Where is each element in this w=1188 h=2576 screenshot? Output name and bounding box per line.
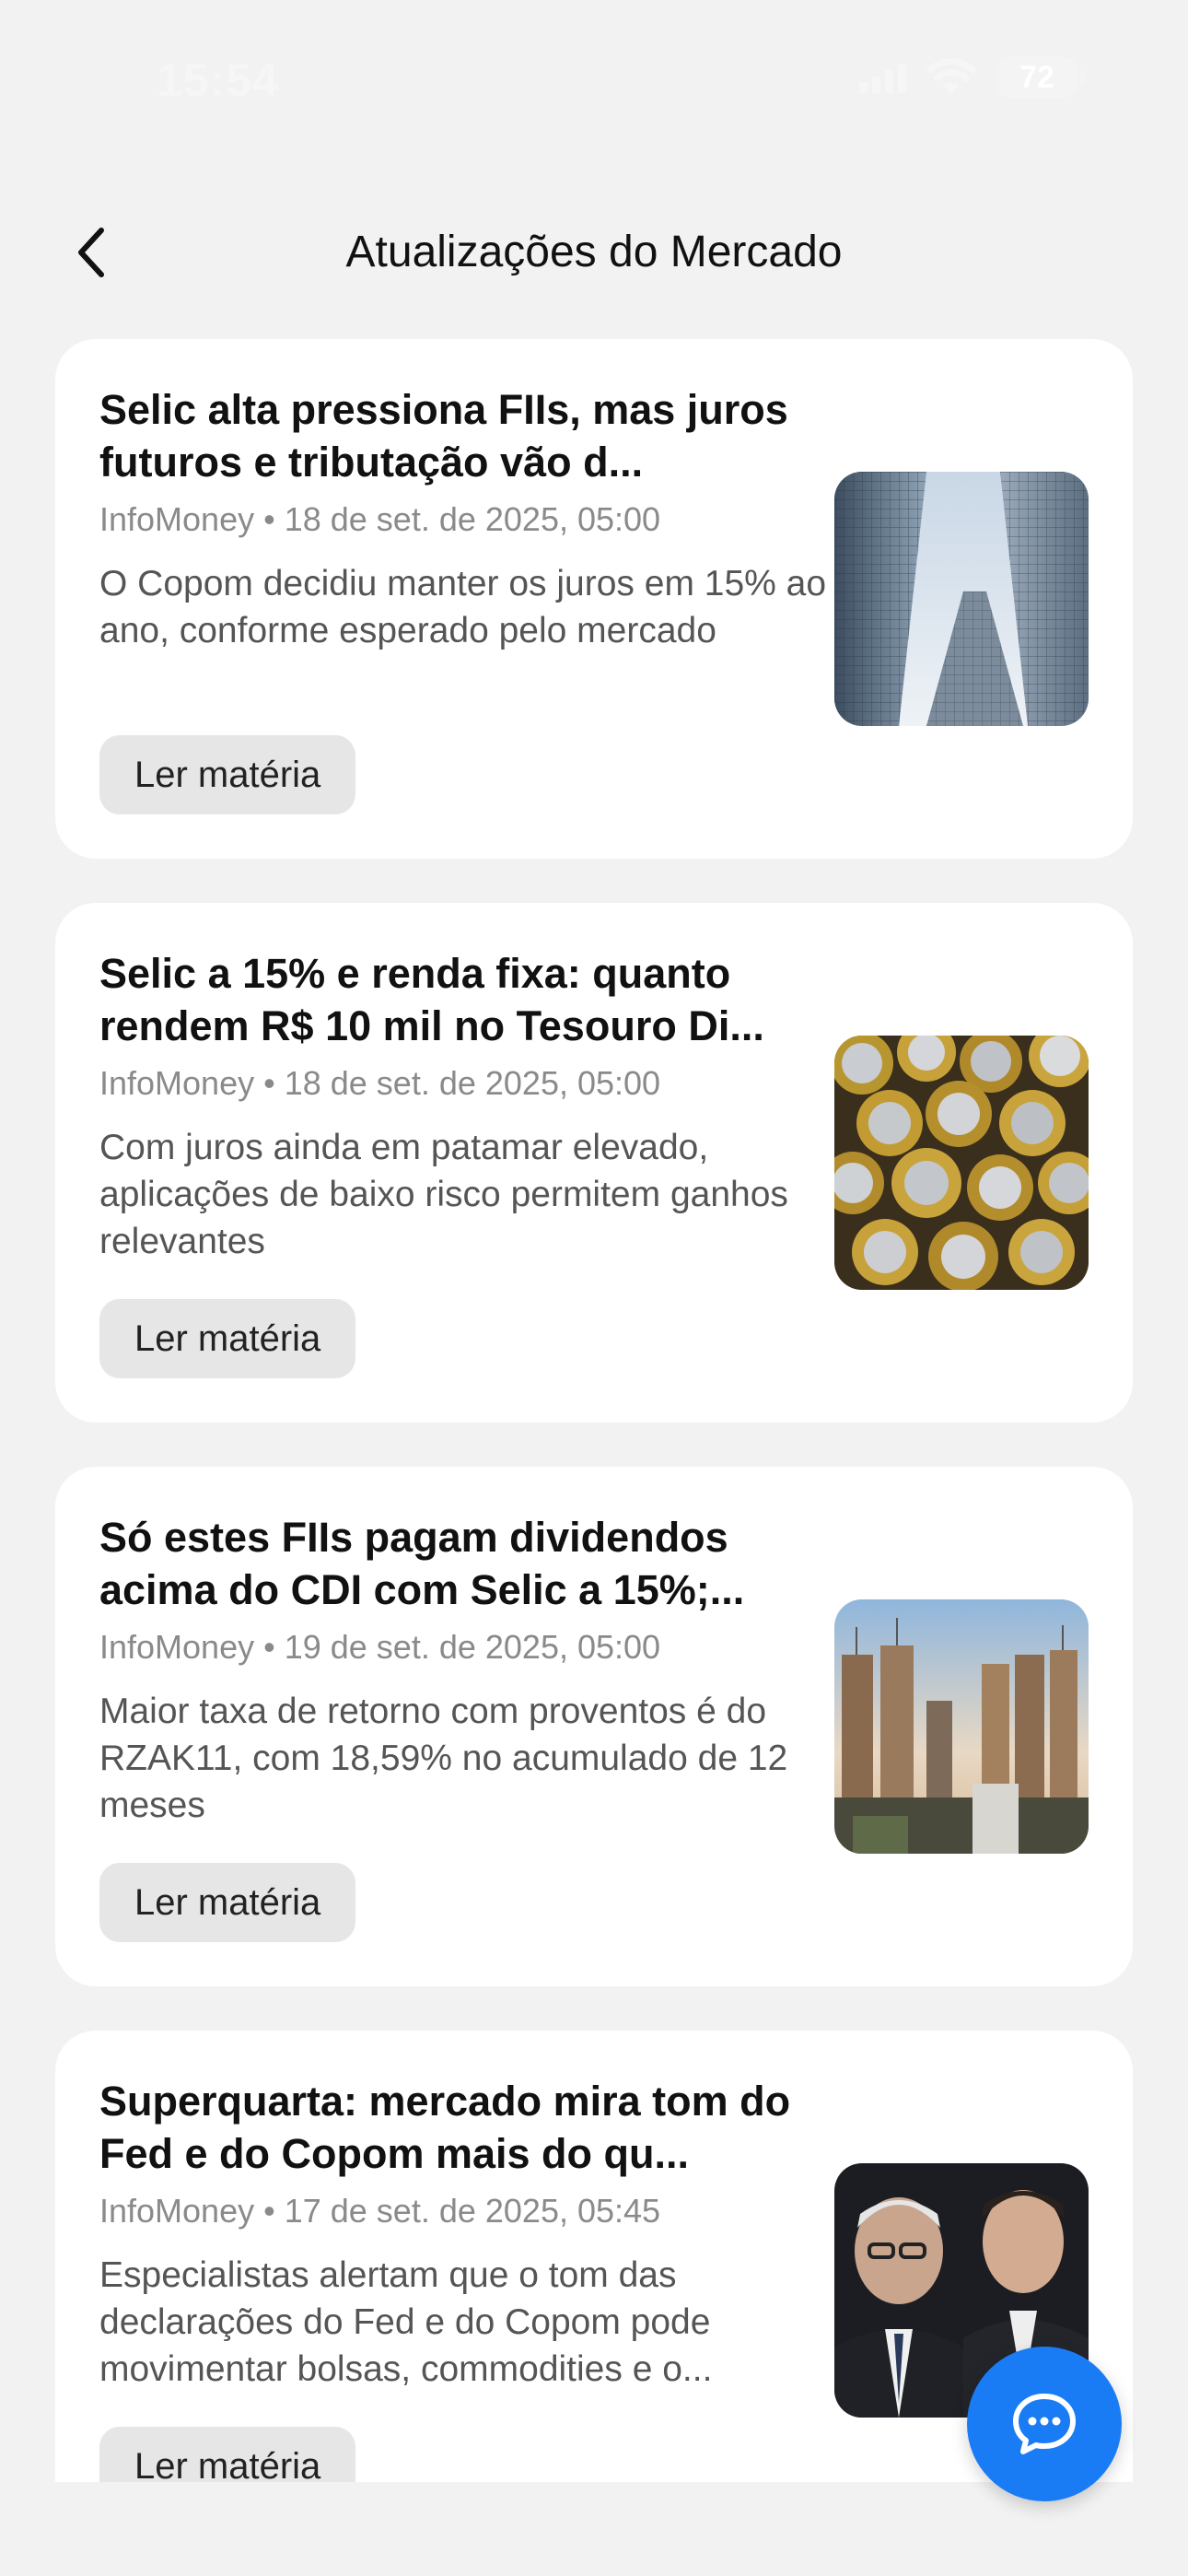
news-title[interactable]: Só estes FIIs pagam dividendos acima do … (99, 1511, 855, 1616)
news-date: 18 de set. de 2025, 05:00 (284, 1064, 661, 1102)
news-meta: InfoMoney • 18 de set. de 2025, 05:00 (99, 1063, 855, 1104)
news-feed[interactable]: Selic alta pressiona FIIs, mas juros fut… (0, 339, 1188, 2482)
meta-separator: • (263, 2192, 275, 2230)
news-thumbnail[interactable] (834, 472, 1089, 726)
wifi-icon (926, 59, 976, 94)
read-article-button[interactable]: Ler matéria (99, 1863, 356, 1942)
news-card-text: Só estes FIIs pagam dividendos acima do … (99, 1511, 855, 1829)
meta-separator: • (263, 1064, 275, 1102)
news-title[interactable]: Selic a 15% e renda fixa: quanto rendem … (99, 947, 855, 1052)
news-source: InfoMoney (99, 500, 255, 538)
news-source: InfoMoney (99, 2192, 255, 2230)
news-summary: Com juros ainda em patamar elevado, apli… (99, 1128, 788, 1261)
skyscrapers-photo (834, 472, 1089, 726)
news-meta: InfoMoney • 18 de set. de 2025, 05:00 (99, 499, 855, 540)
news-title[interactable]: Superquarta: mercado mira tom do Fed e d… (99, 2075, 855, 2180)
news-date: 19 de set. de 2025, 05:00 (284, 1628, 661, 1666)
news-card[interactable]: Só estes FIIs pagam dividendos acima do … (55, 1467, 1133, 1986)
news-date: 18 de set. de 2025, 05:00 (284, 500, 661, 538)
meta-separator: • (263, 1628, 275, 1666)
cellular-signal-icon (859, 62, 906, 93)
news-card-text: Superquarta: mercado mira tom do Fed e d… (99, 2075, 855, 2393)
read-article-button[interactable]: Ler matéria (99, 1299, 356, 1378)
status-icons: 72 (859, 57, 1085, 98)
news-title[interactable]: Selic alta pressiona FIIs, mas juros fut… (99, 383, 855, 488)
news-summary: O Copom decidiu manter os juros em 15% a… (99, 564, 827, 650)
read-article-button[interactable]: Ler matéria (99, 735, 356, 814)
city-skyline-photo (834, 1599, 1089, 1854)
news-summary: Especialistas alertam que o tom das decl… (99, 2255, 713, 2389)
battery-indicator: 72 (996, 57, 1085, 98)
chat-bubble-icon (1013, 2394, 1076, 2454)
status-time: 15:54 (157, 54, 279, 106)
news-card-text: Selic alta pressiona FIIs, mas juros fut… (99, 383, 855, 701)
news-card[interactable]: Selic a 15% e renda fixa: quanto rendem … (55, 903, 1133, 1423)
news-source: InfoMoney (99, 1628, 255, 1666)
news-date: 17 de set. de 2025, 05:45 (284, 2192, 661, 2230)
read-article-button[interactable]: Ler matéria (99, 2427, 356, 2482)
news-card[interactable]: Selic alta pressiona FIIs, mas juros fut… (55, 339, 1133, 859)
news-source: InfoMoney (99, 1064, 255, 1102)
battery-level: 72 (1019, 59, 1054, 95)
news-card-text: Selic a 15% e renda fixa: quanto rendem … (99, 947, 855, 1265)
news-meta: InfoMoney • 19 de set. de 2025, 05:00 (99, 1627, 855, 1668)
news-thumbnail[interactable] (834, 1036, 1089, 1290)
chat-fab-button[interactable] (967, 2347, 1122, 2501)
header: Atualizações do Mercado (0, 212, 1188, 295)
coins-photo (834, 1036, 1089, 1290)
news-summary: Maior taxa de retorno com proventos é do… (99, 1692, 788, 1825)
news-thumbnail[interactable] (834, 1599, 1089, 1854)
news-meta: InfoMoney • 17 de set. de 2025, 05:45 (99, 2191, 855, 2231)
page-title: Atualizações do Mercado (345, 228, 843, 276)
status-bar: 15:54 72 (0, 0, 1188, 157)
meta-separator: • (263, 500, 275, 538)
